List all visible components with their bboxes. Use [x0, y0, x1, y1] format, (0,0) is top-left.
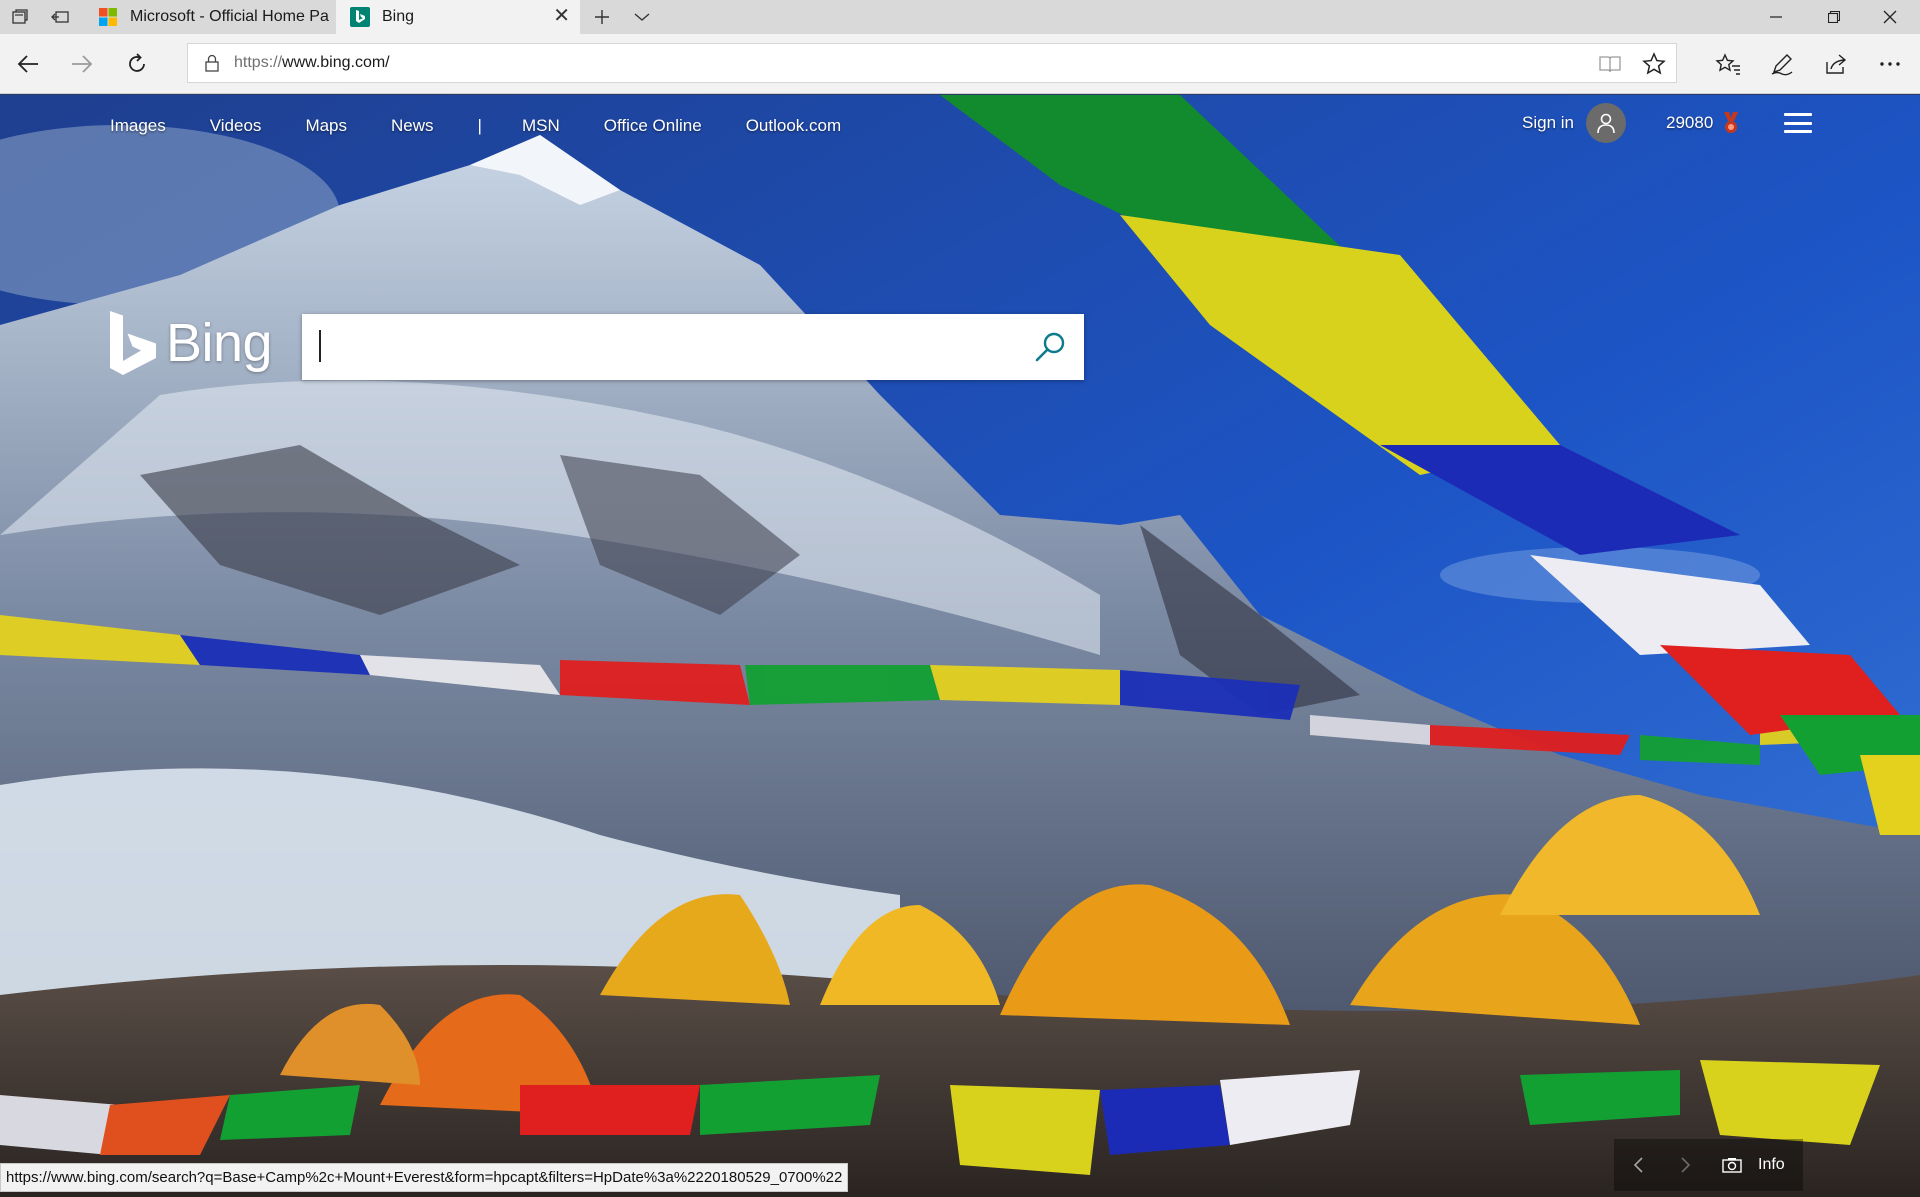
- tab-preview-chevron-icon[interactable]: [622, 0, 662, 34]
- tab-microsoft[interactable]: Microsoft - Official Home Pa: [84, 0, 334, 34]
- tab-bing[interactable]: Bing ✕: [336, 0, 580, 34]
- share-icon[interactable]: [1816, 44, 1856, 84]
- previous-image-button[interactable]: [1614, 1139, 1662, 1191]
- menu-hamburger-icon[interactable]: [1784, 109, 1812, 137]
- bing-logo[interactable]: Bing: [110, 311, 273, 375]
- address-bar[interactable]: https://www.bing.com/: [187, 43, 1677, 83]
- camera-icon: [1722, 1158, 1742, 1173]
- url-host: www.bing.com/: [282, 54, 390, 71]
- image-carousel-controls: Info: [1614, 1139, 1803, 1191]
- bing-wordmark: Bing: [166, 313, 273, 373]
- search-icon: [1035, 332, 1065, 362]
- sign-in-button[interactable]: Sign in: [1522, 103, 1626, 143]
- rewards-button[interactable]: 29080: [1666, 111, 1741, 135]
- microsoft-logo-icon: [99, 8, 117, 26]
- search-box[interactable]: [302, 314, 1084, 380]
- status-bar-url: https://www.bing.com/search?q=Base+Camp%…: [0, 1163, 849, 1192]
- nav-videos-link[interactable]: Videos: [210, 116, 262, 136]
- info-label: Info: [1758, 1156, 1785, 1173]
- tab-title: Microsoft - Official Home Pa: [130, 8, 329, 25]
- sign-in-label: Sign in: [1522, 113, 1574, 132]
- url-text[interactable]: https://www.bing.com/: [234, 54, 390, 72]
- search-button[interactable]: [1030, 327, 1070, 367]
- lock-icon[interactable]: [192, 43, 232, 83]
- nav-outlook-link[interactable]: Outlook.com: [746, 116, 841, 136]
- forward-button[interactable]: [62, 44, 102, 84]
- new-tab-button[interactable]: [582, 0, 622, 34]
- avatar-icon: [1585, 103, 1626, 143]
- web-notes-pen-icon[interactable]: [1762, 44, 1802, 84]
- title-bar: Microsoft - Official Home Pa Bing ✕: [0, 0, 1920, 34]
- rewards-points: 29080: [1666, 113, 1714, 132]
- rewards-medal-icon: [1721, 111, 1741, 135]
- back-button[interactable]: [8, 44, 48, 84]
- nav-office-online-link[interactable]: Office Online: [604, 116, 702, 136]
- search-input[interactable]: [318, 326, 1018, 368]
- nav-separator: |: [477, 116, 482, 135]
- bing-top-nav: Images Videos Maps News | MSN Office Onl…: [110, 111, 885, 141]
- nav-images-link[interactable]: Images: [110, 116, 166, 136]
- close-window-button[interactable]: [1862, 0, 1918, 34]
- restore-tabs-icon[interactable]: [40, 0, 80, 34]
- tab-set-aside-icon[interactable]: [0, 0, 40, 34]
- nav-msn-link[interactable]: MSN: [522, 116, 560, 136]
- close-tab-icon[interactable]: ✕: [553, 6, 570, 26]
- image-info-button[interactable]: Info: [1710, 1139, 1803, 1191]
- restore-button[interactable]: [1806, 0, 1862, 34]
- refresh-button[interactable]: [117, 44, 157, 84]
- next-image-button[interactable]: [1662, 1139, 1710, 1191]
- background-image: [0, 95, 1920, 1197]
- favorites-hub-icon[interactable]: [1708, 44, 1748, 84]
- text-cursor: [319, 330, 321, 362]
- reading-view-icon[interactable]: [1590, 44, 1630, 84]
- navigation-bar: https://www.bing.com/: [0, 34, 1920, 94]
- bing-favicon-icon: [350, 7, 370, 27]
- bing-b-icon: [110, 311, 156, 375]
- nav-maps-link[interactable]: Maps: [305, 116, 347, 136]
- more-actions-icon[interactable]: [1870, 44, 1910, 84]
- tab-title: Bing: [382, 8, 415, 25]
- favorite-star-icon[interactable]: [1634, 44, 1674, 84]
- nav-news-link[interactable]: News: [391, 116, 434, 136]
- url-protocol: https://: [234, 54, 283, 71]
- bing-homepage: Images Videos Maps News | MSN Office Onl…: [0, 95, 1920, 1197]
- minimize-button[interactable]: [1748, 0, 1804, 34]
